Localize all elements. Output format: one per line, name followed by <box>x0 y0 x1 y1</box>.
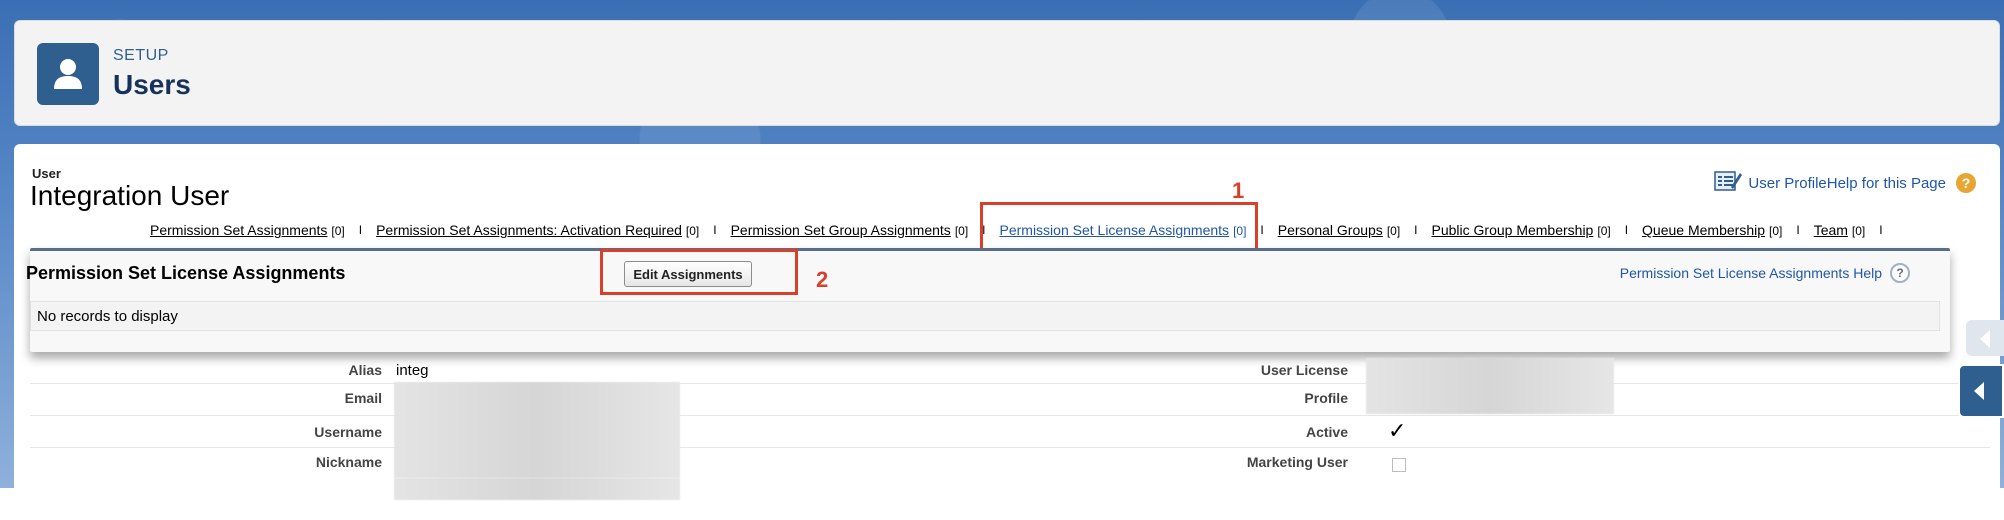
tab-count: [0] <box>1769 224 1783 238</box>
separator: I <box>1624 223 1629 237</box>
user-profile-icon[interactable] <box>1714 170 1743 196</box>
alias-label: Alias <box>348 362 382 378</box>
detail-row-alias: Alias integ User License <box>30 356 1990 384</box>
setup-label: SETUP <box>113 47 169 64</box>
record-title: Integration User <box>30 180 230 211</box>
tab-permission-set-assignments[interactable]: Permission Set Assignments [0] <box>150 222 345 238</box>
side-panel-expand[interactable] <box>1958 364 2004 418</box>
user-detail-card: User Integration User User ProfileHelp f… <box>14 144 2000 500</box>
panel-title: Permission Set License Assignments <box>26 263 346 283</box>
user-icon <box>37 43 99 105</box>
chevron-left-icon <box>1974 382 1984 400</box>
email-label: Email <box>344 390 382 406</box>
side-panel-toggle[interactable] <box>1966 320 2004 356</box>
help-links: User ProfileHelp for this Page ? <box>1714 170 1976 196</box>
active-label: Active <box>1305 424 1348 440</box>
empty-message: No records to display <box>30 301 1940 331</box>
separator: I <box>1879 223 1883 237</box>
tab-permission-set-group-assignments[interactable]: Permission Set Group Assignments [0] <box>731 222 969 238</box>
annotation-number-2: 2 <box>816 267 829 292</box>
detail-row-username: Username Active ✓ <box>30 416 1990 448</box>
page-title: Users <box>113 69 191 100</box>
person-icon <box>54 59 82 89</box>
marketing-user-checkbox[interactable] <box>1392 458 1406 472</box>
tab-label: Team <box>1813 222 1848 238</box>
chevron-left-icon <box>1980 330 1990 348</box>
tab-team[interactable]: Team [0] <box>1814 222 1866 238</box>
panel-help: Permission Set License Assignments Help … <box>1620 263 1910 283</box>
background-bottom <box>0 488 2004 520</box>
tab-label: Permission Set Assignments: Activation R… <box>376 222 682 238</box>
tab-count: [0] <box>1597 224 1611 238</box>
tab-count: [0] <box>954 224 969 238</box>
separator: I <box>1796 223 1800 237</box>
profile-label: Profile <box>1304 390 1348 406</box>
tab-label: Public Group Membership <box>1431 222 1594 238</box>
separator: I <box>1414 223 1418 237</box>
annotation-number-1: 1 <box>1232 178 1245 203</box>
record-type-label: User <box>32 166 61 181</box>
permission-set-license-assignments-panel: Permission Set License Assignments Edit … <box>26 248 1950 352</box>
redacted-nickname <box>394 478 680 500</box>
tab-count: [0] <box>331 224 345 238</box>
tab-personal-groups[interactable]: Personal Groups [0] <box>1278 222 1400 238</box>
help-icon[interactable]: ? <box>1956 173 1976 193</box>
separator: I <box>358 223 363 237</box>
redacted-email-username <box>394 382 680 478</box>
tab-count: [0] <box>1851 224 1866 238</box>
user-profile-help-link[interactable]: User ProfileHelp for this Page <box>1748 175 1946 192</box>
separator: I <box>1260 223 1264 237</box>
tab-label: Queue Membership <box>1642 222 1765 238</box>
tab-queue-membership[interactable]: Queue Membership [0] <box>1642 222 1782 238</box>
marketing-user-label: Marketing User <box>1246 454 1348 470</box>
tab-count: [0] <box>1386 224 1401 238</box>
redacted-license-profile <box>1366 358 1614 414</box>
tab-public-group-membership[interactable]: Public Group Membership [0] <box>1432 222 1611 238</box>
user-license-label: User License <box>1260 362 1348 378</box>
nickname-label: Nickname <box>315 454 382 470</box>
tab-label: Permission Set Assignments <box>150 222 328 238</box>
username-label: Username <box>314 424 382 440</box>
tab-permission-set-assignments-activation-required[interactable]: Permission Set Assignments: Activation R… <box>376 222 699 238</box>
tab-label: Permission Set Group Assignments <box>730 222 951 238</box>
setup-header: SETUP Users <box>14 20 2000 126</box>
active-check-icon: ✓ <box>1388 418 1407 443</box>
annotation-box-2 <box>600 249 798 295</box>
detail-row-nickname: Nickname Marketing User <box>30 448 1990 480</box>
alias-value: integ <box>396 362 429 379</box>
detail-row-email: Email Profile <box>30 384 1990 416</box>
panel-help-link[interactable]: Permission Set License Assignments Help <box>1620 265 1882 281</box>
tab-count: [0] <box>685 224 700 238</box>
question-icon[interactable]: ? <box>1890 263 1910 283</box>
separator: I <box>713 223 717 237</box>
tab-label: Personal Groups <box>1277 222 1383 238</box>
